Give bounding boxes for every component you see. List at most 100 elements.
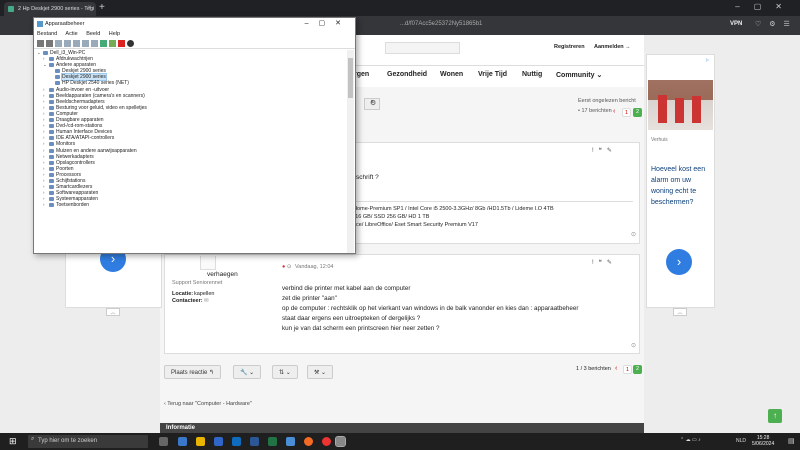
download-icon[interactable]: [127, 40, 134, 47]
post-2-actions[interactable]: ! ❝ ✎: [592, 259, 612, 266]
post-line: verbind die printer met kabel aan de com…: [282, 285, 411, 292]
nav-item-vrije-tijd[interactable]: Vrije Tijd: [478, 71, 507, 78]
back-to-forum-link[interactable]: ‹ Terug naar "Computer - Hardware": [164, 401, 252, 407]
file-explorer-icon[interactable]: [196, 437, 205, 446]
first-unread-link[interactable]: Eerst ongelezen bericht: [578, 98, 636, 104]
menu-help[interactable]: Help: [109, 31, 120, 37]
device-tree-item[interactable]: › Toetsenborden: [34, 202, 347, 208]
nav-item-wonen[interactable]: Wonen: [440, 71, 463, 78]
browser-tab[interactable]: 2 Hp Deskjet 2900 series - Tegi ✕: [4, 2, 96, 16]
notification-icon[interactable]: ▤: [788, 437, 795, 445]
nav-item-nuttig[interactable]: Nuttig: [522, 71, 542, 78]
device-icon: [55, 75, 60, 80]
new-tab-icon[interactable]: +: [99, 2, 105, 13]
post-timestamp: Vandaag, 12:04: [295, 264, 334, 270]
contact-label: Contacteer:: [172, 298, 203, 304]
device-tree: ⌄ Dell_i3_Win-PC › Afdrukwachtrijen ⌄ Andere …: [34, 50, 347, 253]
url-field[interactable]: ...d/f07Acc5e25372Ny51865b1: [400, 21, 482, 27]
ad-headline[interactable]: Hoeveel kost een alarm om uw woning echt…: [651, 164, 711, 208]
scroll-top-button[interactable]: ↑: [768, 409, 782, 423]
help-icon[interactable]: [73, 40, 80, 47]
ad-image[interactable]: [648, 80, 713, 130]
opera-icon[interactable]: [322, 437, 331, 446]
back-to-top-icon[interactable]: ⊙: [631, 231, 636, 238]
clock[interactable]: 15:28 5/06/2024: [752, 435, 774, 447]
search-icon: ⌕: [31, 436, 35, 442]
prev-page-icon[interactable]: ‹: [615, 365, 617, 372]
expand-chevron-icon[interactable]: ›: [43, 202, 45, 208]
properties-icon[interactable]: [55, 40, 62, 47]
device-manager-icon: [37, 21, 43, 27]
device-icon: [49, 130, 54, 135]
vpn-badge[interactable]: VPN: [730, 21, 742, 27]
register-link[interactable]: Registreren: [554, 44, 585, 50]
back-to-top-icon[interactable]: ⊙: [631, 342, 636, 349]
site-favicon-icon: [8, 6, 14, 12]
ad-collapse-icon[interactable]: ︿: [673, 308, 687, 316]
post-1-actions[interactable]: ! ❝ ✎: [592, 147, 612, 154]
list-icon[interactable]: [64, 40, 71, 47]
page-1-button[interactable]: 1: [622, 108, 631, 117]
device-icon: [49, 166, 54, 171]
post-author[interactable]: verhaegen: [207, 271, 238, 278]
wrench-tools-button[interactable]: 🔧 ⌄: [233, 365, 262, 379]
device-icon: [49, 154, 54, 159]
site-search-input[interactable]: [385, 42, 460, 54]
device-icon: [49, 185, 54, 190]
enable-icon[interactable]: [109, 40, 116, 47]
signature-divider: [343, 201, 633, 202]
firefox-icon[interactable]: [304, 437, 313, 446]
info-bar: Informatie: [160, 423, 644, 433]
ad-arrow-icon[interactable]: ›: [666, 249, 692, 275]
ad-source: Verhuis: [651, 137, 668, 143]
close-tab-icon[interactable]: ✕: [87, 5, 92, 11]
taskbar-app-icon[interactable]: [286, 437, 295, 446]
taskbar-search-input[interactable]: Typ hier om te zoeken: [28, 435, 148, 448]
ad-collapse-icon[interactable]: ︿: [106, 308, 120, 316]
back-icon[interactable]: [37, 40, 44, 47]
details-icon[interactable]: [82, 40, 89, 47]
menu-beeld[interactable]: Beeld: [86, 31, 100, 37]
menu-actie[interactable]: Actie: [65, 31, 77, 37]
windows-start-icon[interactable]: ⊞: [9, 436, 17, 447]
menu-bestand[interactable]: Bestand: [37, 31, 57, 37]
login-link[interactable]: Aanmelden →: [594, 44, 631, 50]
browser-tab-bar: 2 Hp Deskjet 2900 series - Tegi ✕ + –▢✕: [0, 0, 800, 16]
ad-choices-icon[interactable]: ▷: [706, 57, 709, 62]
page-1-button[interactable]: 1: [623, 365, 632, 374]
window-controls[interactable]: –▢✕: [735, 2, 796, 11]
update-driver-icon[interactable]: [100, 40, 107, 47]
system-tray-icons[interactable]: ⌃ ☁ ▭ ♪: [680, 437, 701, 443]
dm-scrollbar[interactable]: [347, 50, 354, 253]
word-icon[interactable]: [250, 437, 259, 446]
outlook-icon[interactable]: [232, 437, 241, 446]
post-count-footer: 1 / 3 berichten: [576, 366, 611, 372]
store-icon[interactable]: [214, 437, 223, 446]
device-icon: [55, 69, 60, 74]
uninstall-icon[interactable]: [118, 40, 125, 47]
forward-icon[interactable]: [46, 40, 53, 47]
task-view-icon[interactable]: [159, 437, 168, 446]
nav-item-gezondheid[interactable]: Gezondheid: [387, 71, 427, 78]
settings-icon[interactable]: ⚙: [370, 99, 376, 107]
moderator-tools-button[interactable]: ⚒ ⌄: [307, 365, 334, 379]
device-icon: [49, 111, 54, 116]
prev-page-icon[interactable]: ‹: [613, 108, 615, 115]
device-manager-taskbar-icon[interactable]: [335, 436, 346, 447]
nav-item[interactable]: rgen: [354, 71, 369, 78]
sort-button[interactable]: ⇅ ⌄: [272, 365, 298, 379]
browser-toolbar-icons[interactable]: ♡⚙☰: [755, 20, 798, 28]
taskbar-app-icon[interactable]: [178, 437, 187, 446]
excel-icon[interactable]: [268, 437, 277, 446]
language-indicator[interactable]: NLD: [736, 438, 746, 444]
post-line: zet die printer "aan": [282, 295, 337, 302]
nav-item-community[interactable]: Community ⌄: [556, 71, 602, 79]
dm-window-controls[interactable]: –▢✕: [305, 19, 351, 27]
message-icon[interactable]: ✉: [204, 298, 209, 304]
signature-line: N 7 Home-Premium SP1 / Intel Core i5 250…: [343, 206, 554, 212]
post-reply-button[interactable]: Plaats reactie ↰: [164, 365, 222, 379]
dm-scrollbar-thumb[interactable]: [348, 58, 353, 98]
page-2-button[interactable]: 2: [633, 365, 642, 374]
page-2-button[interactable]: 2: [633, 108, 642, 117]
scan-icon[interactable]: [91, 40, 98, 47]
